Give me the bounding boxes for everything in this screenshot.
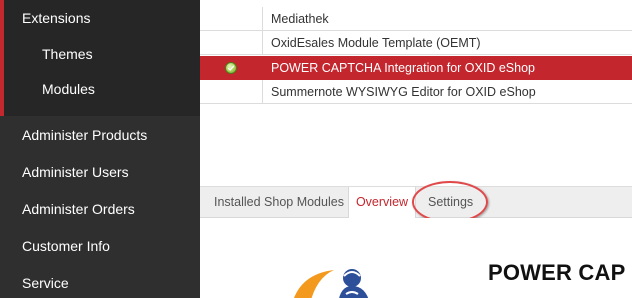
sidebar-item-themes[interactable]: Themes — [42, 45, 93, 63]
tab-installed-shop-modules[interactable]: Installed Shop Modules — [214, 187, 344, 218]
status-cell — [200, 7, 263, 30]
status-cell — [200, 31, 263, 54]
table-row[interactable]: OxidEsales Module Template (OEMT) — [200, 31, 632, 55]
power-captcha-logo — [294, 269, 369, 298]
sidebar-group-extensions: Extensions Themes Modules — [0, 0, 200, 116]
sidebar-item-administer-products[interactable]: Administer Products — [22, 126, 147, 144]
module-name[interactable]: Summernote WYSIWYG Editor for OXID eShop — [271, 80, 536, 103]
module-overview-panel: POWER CAP — [200, 218, 632, 298]
sidebar-item-modules[interactable]: Modules — [42, 80, 95, 98]
table-row[interactable]: Summernote WYSIWYG Editor for OXID eShop — [200, 80, 632, 104]
module-name[interactable]: Mediathek — [271, 7, 329, 30]
table-row[interactable]: Mediathek — [200, 7, 632, 31]
sidebar-item-customer-info[interactable]: Customer Info — [22, 237, 110, 255]
settings-highlight-annotation — [412, 181, 488, 223]
sidebar-item-service[interactable]: Service — [22, 274, 69, 292]
module-name[interactable]: POWER CAPTCHA Integration for OXID eShop — [271, 56, 535, 79]
admin-sidebar: Extensions Themes Modules Administer Pro… — [0, 0, 200, 298]
tab-overview[interactable]: Overview — [348, 187, 416, 219]
module-title: POWER CAP — [488, 260, 626, 285]
module-name[interactable]: OxidEsales Module Template (OEMT) — [271, 31, 481, 54]
status-cell — [200, 56, 263, 79]
check-circle-icon — [225, 62, 237, 74]
sidebar-item-extensions[interactable]: Extensions — [22, 9, 90, 27]
sidebar-item-administer-users[interactable]: Administer Users — [22, 163, 129, 181]
table-row-selected[interactable]: POWER CAPTCHA Integration for OXID eShop — [200, 56, 632, 80]
module-list-table: Mediathek OxidEsales Module Template (OE… — [200, 0, 632, 104]
status-cell — [200, 80, 263, 103]
sidebar-item-administer-orders[interactable]: Administer Orders — [22, 200, 135, 218]
